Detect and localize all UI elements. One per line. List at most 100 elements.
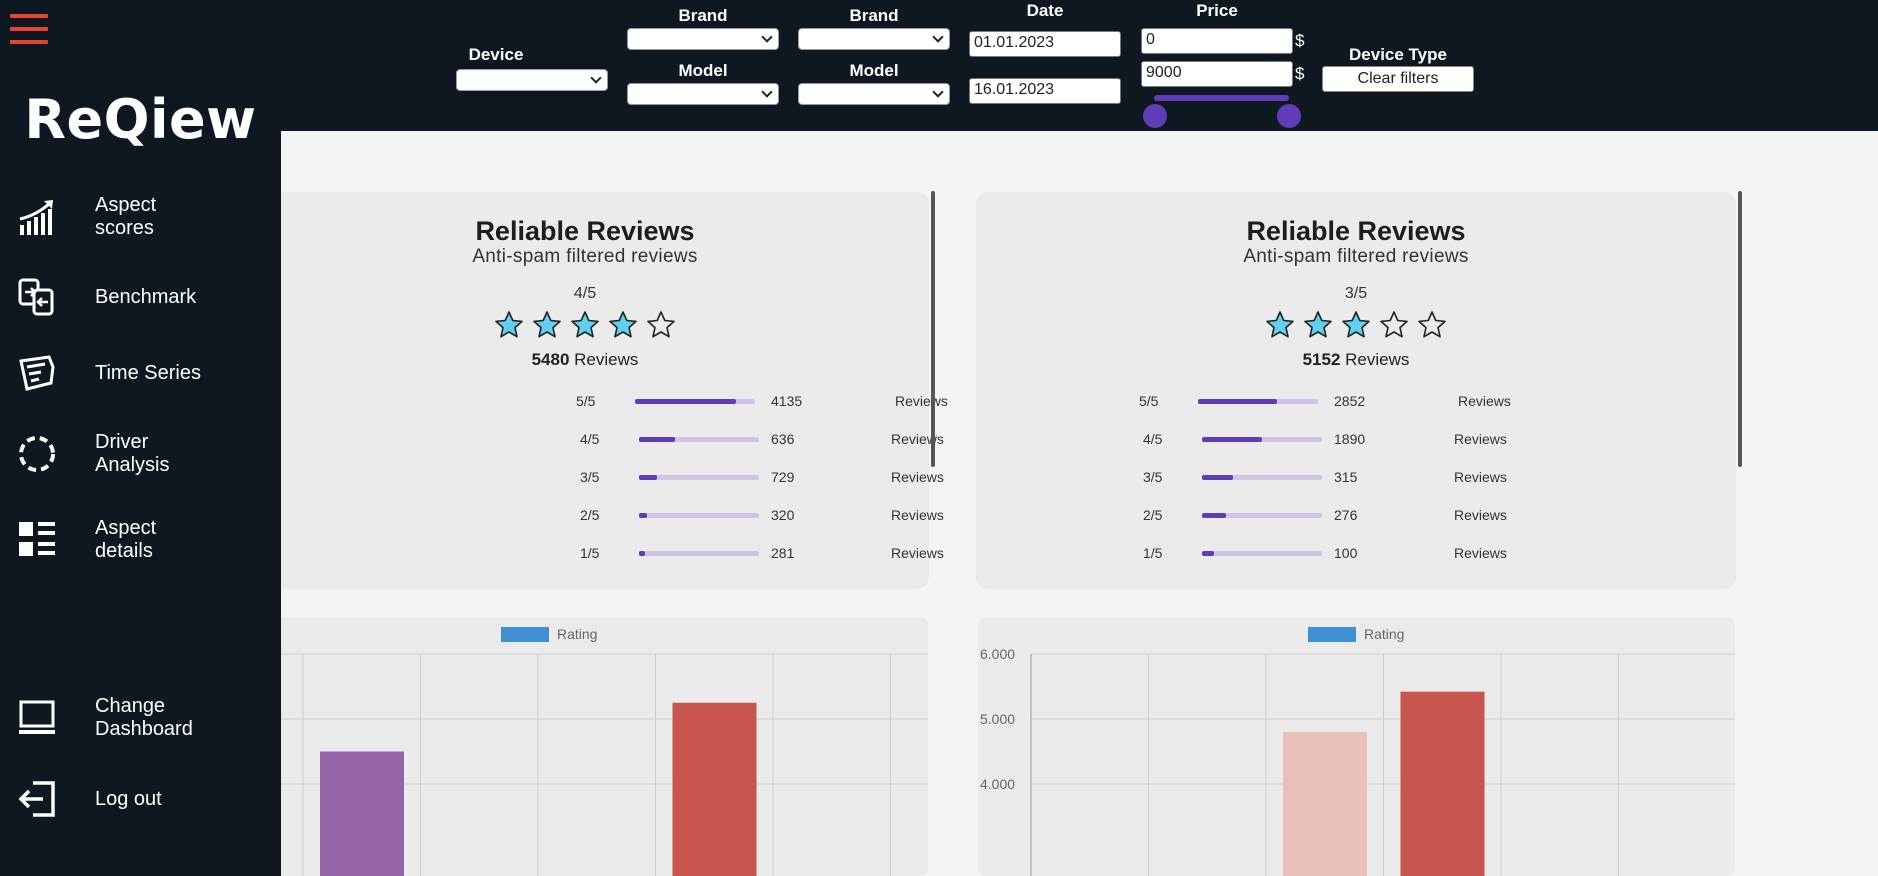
- star-filled-icon: [1304, 311, 1332, 338]
- chevron-down-icon: [932, 31, 944, 43]
- chevron-down-icon: [761, 86, 773, 98]
- app-logo: ReQiew: [24, 88, 257, 151]
- rating-count: 4135: [771, 393, 803, 409]
- rating-progress-bar: [635, 399, 755, 404]
- model-label: Model: [678, 61, 728, 80]
- chart-bar: [672, 702, 757, 876]
- rating-count: 315: [1334, 469, 1358, 485]
- rating-count-suffix: Reviews: [1458, 393, 1511, 409]
- chart-growth-icon: [16, 196, 58, 238]
- sidebar-item-change-dashboard[interactable]: Change Dashboard: [0, 688, 281, 748]
- rating-row: 1/5 281 Reviews: [576, 543, 976, 563]
- rating-level: 5/5: [576, 393, 596, 409]
- sidebar-item-label: Log out: [95, 787, 162, 810]
- rating-count-suffix: Reviews: [1454, 545, 1507, 561]
- brand-select-1[interactable]: [627, 28, 779, 50]
- sidebar-item-label: Change: [95, 695, 166, 717]
- total-count: 5152: [1302, 350, 1341, 369]
- rating-count-suffix: Reviews: [895, 393, 948, 409]
- rating-level: 5/5: [1139, 393, 1159, 409]
- rating-count-suffix: Reviews: [891, 507, 944, 523]
- chevron-down-icon: [761, 31, 773, 43]
- star-empty-icon: [1380, 311, 1408, 338]
- hamburger-menu-icon[interactable]: [10, 14, 48, 48]
- sidebar-item-label: Aspect: [95, 517, 157, 539]
- price-slider-min-handle[interactable]: [1143, 104, 1167, 128]
- chart-bar: [1400, 691, 1485, 876]
- sidebar-item-label: Aspect: [95, 194, 157, 216]
- sidebar-item-label: Analysis: [95, 454, 170, 476]
- filter-bar: Device Brand Model Brand Model Date 01.0…: [281, 0, 1878, 131]
- chart-bar: [1283, 732, 1367, 876]
- chevron-down-icon: [590, 72, 602, 84]
- reliable-reviews-card: Reliable Reviews Anti-spam filtered revi…: [976, 192, 1736, 589]
- card-scrollbar[interactable]: [931, 191, 935, 467]
- average-score: 3/5: [1344, 285, 1368, 302]
- rating-row: 2/5 276 Reviews: [1139, 505, 1539, 525]
- rating-level: 2/5: [580, 507, 600, 523]
- sidebar-item-driver-analysis[interactable]: Driver Analysis: [0, 424, 281, 484]
- price-max-input[interactable]: 9000: [1141, 61, 1293, 87]
- rating-progress-fill: [639, 437, 675, 442]
- card-title: Reliable Reviews: [475, 216, 695, 246]
- model-select-2[interactable]: [798, 83, 950, 105]
- card-scrollbar[interactable]: [1738, 191, 1742, 467]
- rating-chart-panel: Rating 6.000 5.000 4.000: [978, 617, 1735, 876]
- rating-progress-fill: [1202, 551, 1214, 556]
- rating-row: 3/5 729 Reviews: [576, 467, 976, 487]
- total-reviews: 5152 Reviews: [976, 350, 1736, 370]
- rating-count: 276: [1334, 507, 1358, 523]
- rating-progress-fill: [1202, 513, 1226, 518]
- card-subtitle: Anti-spam filtered reviews: [472, 246, 698, 267]
- rating-progress-fill: [1202, 475, 1233, 480]
- rating-progress-fill: [639, 475, 657, 480]
- chevron-down-icon: [932, 86, 944, 98]
- monitor-icon: [16, 697, 58, 739]
- average-score: 4/5: [573, 285, 597, 302]
- clear-filters-button[interactable]: Clear filters: [1322, 66, 1474, 92]
- date-from-input[interactable]: 01.01.2023: [969, 31, 1121, 57]
- rating-chart-panel: Rating: [281, 617, 928, 876]
- price-range-slider[interactable]: [1154, 95, 1289, 101]
- sidebar-item-time-series[interactable]: Time Series: [0, 343, 281, 403]
- date-to-input[interactable]: 16.01.2023: [969, 78, 1121, 104]
- sidebar-item-aspect-scores[interactable]: Aspect scores: [0, 187, 281, 247]
- rating-count: 636: [771, 431, 795, 447]
- star-empty-icon: [1418, 311, 1446, 338]
- model-select-1[interactable]: [627, 83, 779, 105]
- details-grid-icon: [16, 519, 58, 561]
- sidebar-item-label: Benchmark: [95, 285, 197, 308]
- rating-bar-chart: [281, 653, 928, 876]
- rating-bar-chart: 6.000 5.000 4.000: [980, 646, 1735, 876]
- brand-select-2[interactable]: [798, 28, 950, 50]
- sidebar-item-benchmark[interactable]: Benchmark: [0, 267, 281, 327]
- star-filled-icon: [609, 311, 637, 338]
- sidebar-item-label: Dashboard: [95, 718, 193, 740]
- price-label: Price: [1196, 1, 1238, 20]
- star-filled-icon: [533, 311, 561, 338]
- total-suffix: Reviews: [574, 350, 639, 369]
- sidebar: ReQiew Aspect scores Benchmark Time Serie…: [0, 0, 281, 876]
- sidebar-item-aspect-details[interactable]: Aspect details: [0, 510, 281, 570]
- rating-progress-fill: [1198, 399, 1277, 404]
- currency-symbol: $: [1295, 31, 1305, 50]
- rating-progress-bar: [1202, 513, 1322, 518]
- price-min-input[interactable]: 0: [1141, 28, 1293, 54]
- rating-count-suffix: Reviews: [891, 431, 944, 447]
- rating-progress-fill: [639, 551, 645, 556]
- rating-row: 2/5 320 Reviews: [576, 505, 976, 525]
- sidebar-item-label: scores: [95, 217, 154, 239]
- sidebar-item-log-out[interactable]: Log out: [0, 769, 281, 829]
- star-filled-icon: [1266, 311, 1294, 338]
- rating-progress-bar: [639, 437, 759, 442]
- price-slider-max-handle[interactable]: [1277, 104, 1301, 128]
- rating-level: 3/5: [1143, 469, 1163, 485]
- total-suffix: Reviews: [1345, 350, 1410, 369]
- device-select[interactable]: [456, 69, 608, 91]
- total-count: 5480: [531, 350, 570, 369]
- sidebar-item-label: Time Series: [95, 361, 201, 384]
- brand-label: Brand: [849, 6, 899, 25]
- y-tick-label: 5.000: [980, 711, 1015, 727]
- rating-row: 3/5 315 Reviews: [1139, 467, 1539, 487]
- star-rating: [976, 309, 1736, 341]
